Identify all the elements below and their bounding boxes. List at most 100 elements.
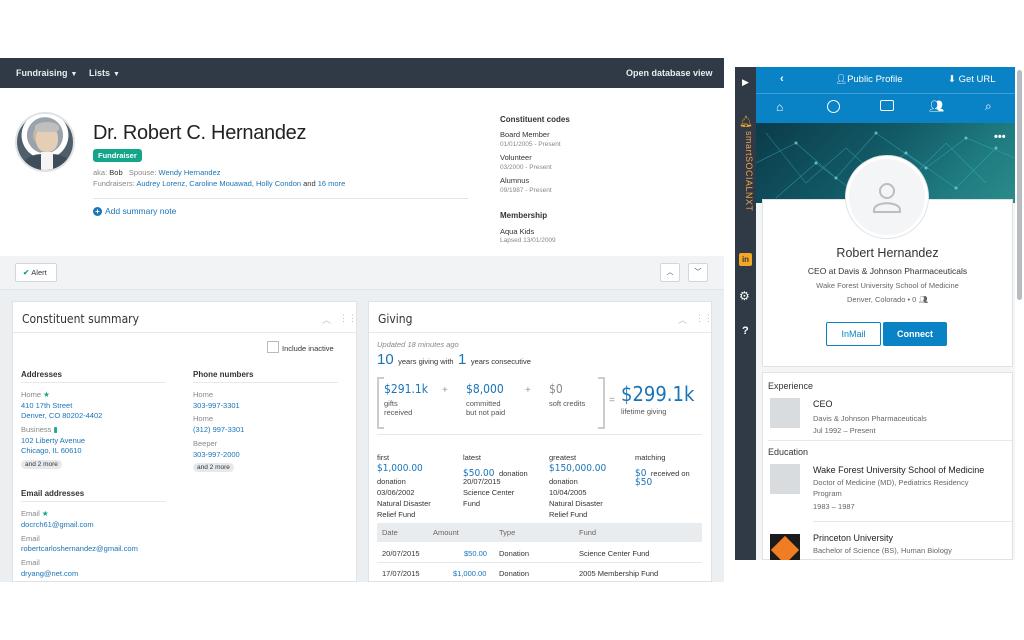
gifts-desc: gifts received (384, 399, 413, 417)
bookmark-icon: ▮ (53, 425, 58, 434)
profile-icon[interactable] (827, 100, 840, 113)
col-date[interactable]: Date (382, 528, 398, 537)
address-line[interactable]: 102 Liberty Avenue (21, 436, 85, 445)
alert-bar (0, 256, 724, 290)
edu1-school: Wake Forest University School of Medicin… (813, 465, 985, 475)
table-row[interactable]: 17/07/2015 $1,000.00 Donation 2005 Membe… (377, 563, 702, 583)
social-school: Wake Forest University School of Medicin… (816, 281, 959, 290)
phone-label: Home (193, 390, 214, 399)
princeton-logo-icon (770, 534, 800, 560)
grid-handle-icon[interactable]: ⋮⋮ (339, 313, 357, 324)
collapse-icon[interactable]: ︿ (322, 313, 331, 326)
col-amount[interactable]: Amount (433, 528, 459, 537)
alert-button[interactable]: ✔ Alert (15, 263, 57, 282)
membership-name: Aqua Kids (500, 227, 535, 236)
email-title: Email addresses (21, 489, 85, 498)
connections-icon: 👥︎ (918, 295, 928, 304)
nav-lists[interactable]: Lists ▼ (89, 68, 120, 78)
get-url-button[interactable]: ⬇ Get URL (948, 74, 996, 85)
soft-credit-desc: soft credits (549, 399, 586, 408)
collapse-icon[interactable]: ︿ (678, 313, 687, 326)
phone-label: Home (193, 414, 214, 423)
greatest-gift-amount[interactable]: $150,000.00 (549, 463, 606, 474)
address-label: Business ▮ (21, 425, 58, 434)
scrollbar[interactable] (1017, 70, 1022, 300)
company-logo-icon (770, 398, 800, 428)
first-gift-amount[interactable]: $1,000.00 (377, 463, 423, 474)
connections-icon[interactable]: 👥︎ (929, 99, 944, 113)
bracket-right (598, 377, 605, 429)
download-icon: ⬇ (948, 74, 956, 85)
fundraisers-line: Fundraisers: Audrey Lorenz, Caroline Mou… (93, 179, 346, 188)
plus-icon: + (525, 385, 531, 396)
open-database-view-link[interactable]: Open database view (626, 68, 713, 78)
code-date: 03/2000 - Present (500, 164, 552, 171)
email-value[interactable]: dryang@net.com (21, 569, 78, 578)
education-title: Education (768, 447, 809, 457)
col-type[interactable]: Type (499, 528, 515, 537)
profile-photo (15, 112, 75, 172)
address-line[interactable]: Chicago, IL 60610 (21, 446, 82, 455)
bell-icon[interactable]: 🔔︎ (739, 115, 753, 128)
committed-desc: committed but not paid (466, 399, 506, 417)
public-profile-button[interactable]: 👤︎Public Profile (835, 74, 903, 85)
code-date: 09/1987 - Present (500, 187, 552, 194)
help-icon[interactable]: ? (742, 325, 749, 337)
card-title: Constituent summary (22, 312, 140, 326)
col-fund[interactable]: Fund (579, 528, 596, 537)
nav-fundraising[interactable]: Fundraising ▼ (16, 68, 77, 78)
phone-value[interactable]: 303-997-3301 (193, 401, 240, 410)
search-icon[interactable]: ⌕ (985, 99, 992, 114)
card-title: Giving (378, 312, 413, 326)
committed-amount[interactable]: $8,000 (466, 382, 504, 396)
plus-icon: + (93, 207, 102, 216)
collapse-down-button[interactable]: ﹀ (688, 263, 708, 282)
gifts-amount[interactable]: $291.1k (384, 382, 428, 396)
spouse-link[interactable]: Wendy Hernandez (159, 168, 221, 177)
gifts-table-header: Date Amount Type Fund (377, 523, 702, 542)
address-line[interactable]: 410 17th Street (21, 401, 72, 410)
edu2-degree: Bachelor of Science (BS), Human Biology (813, 546, 952, 555)
email-value[interactable]: robertcarloshernandez@gmail.com (21, 544, 138, 553)
email-label: Email (21, 534, 40, 543)
first-gift-details: donation 03/06/2002 Natural Disaster Relief… (377, 477, 431, 519)
table-row[interactable]: 20/07/2015 $50.00 Donation Science Cente… (377, 543, 702, 563)
edu2-school: Princeton University (813, 533, 894, 543)
greatest-gift-details: donation 10/04/2005 Natural Disaster Relief… (549, 477, 603, 519)
matching-label: matching (635, 453, 666, 462)
gear-icon[interactable]: ⚙ (739, 289, 750, 303)
plus-icon: + (442, 385, 448, 396)
include-inactive-checkbox[interactable] (267, 341, 279, 353)
email-value[interactable]: docrch61@gmail.com (21, 520, 94, 529)
inmail-button[interactable]: InMail (826, 322, 881, 346)
social-sidebar: ▶ 🔔︎ smartSOCIALNXT in ⚙ ? (735, 67, 756, 560)
edu1-dates: 1983 – 1987 (813, 502, 855, 511)
constituent-codes-title: Constituent codes (500, 115, 570, 124)
messages-icon[interactable] (880, 100, 894, 111)
expand-arrow-icon[interactable]: ▶ (742, 77, 749, 88)
code-name: Volunteer (500, 153, 532, 162)
linkedin-icon[interactable]: in (739, 253, 752, 266)
more-options-icon[interactable]: ••• (994, 131, 1006, 143)
code-name: Board Member (500, 130, 550, 139)
more-phones-pill[interactable]: and 2 more (193, 463, 234, 472)
exp-company: Davis & Johnson Pharmaceuticals (813, 414, 927, 423)
lifetime-total[interactable]: $299.1k (621, 382, 694, 406)
connect-button[interactable]: Connect (883, 322, 947, 346)
back-arrow-icon[interactable]: ‹ (780, 73, 784, 85)
aka-line: aka: Bob Spouse: Wendy Hernandez (93, 168, 221, 177)
matching-amount[interactable]: $50 (635, 477, 652, 488)
fundraisers-links[interactable]: Audrey Lorenz, Caroline Mouawad, Holly C… (136, 179, 301, 188)
more-fundraisers-link[interactable]: 16 more (318, 179, 346, 188)
home-icon[interactable]: ⌂ (776, 100, 783, 114)
address-line[interactable]: Denver, CO 80202-4402 (21, 411, 102, 420)
social-headline: CEO at Davis & Johnson Pharmaceuticals (807, 266, 968, 276)
phone-value[interactable]: (312) 997-3301 (193, 425, 244, 434)
phone-value[interactable]: 303-997-2000 (193, 450, 240, 459)
grid-handle-icon[interactable]: ⋮⋮ (695, 313, 713, 324)
more-addresses-pill[interactable]: and 2 more (21, 460, 62, 469)
collapse-up-button[interactable]: ︿ (660, 263, 680, 282)
greatest-gift-label: greatest (549, 453, 577, 462)
add-summary-note-button[interactable]: + Add summary note (93, 206, 176, 216)
top-nav: Fundraising ▼ Lists ▼ Open database view (0, 58, 724, 88)
